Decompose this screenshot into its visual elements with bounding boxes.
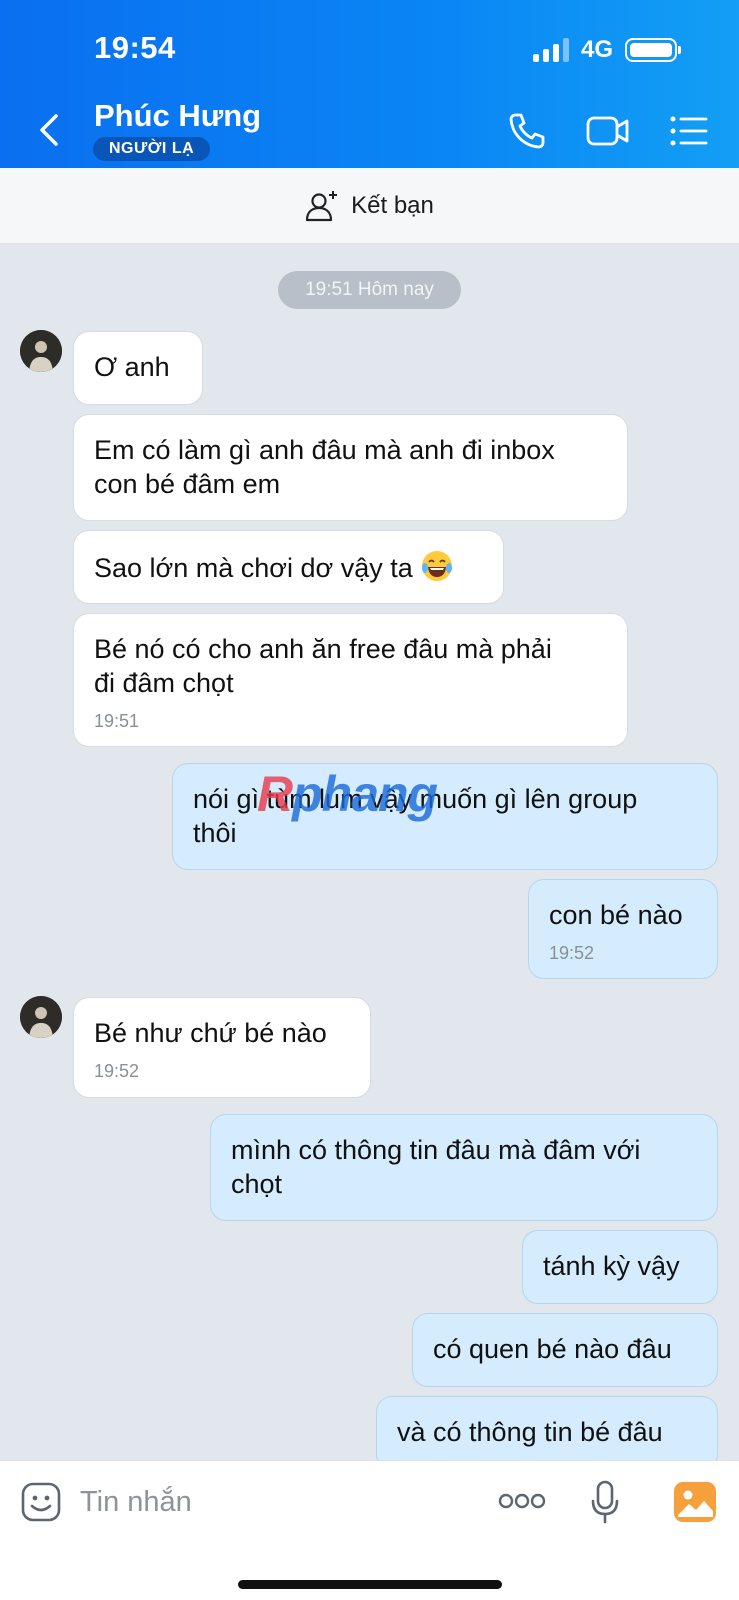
message-text-line: thôi (193, 818, 237, 848)
message-text: Bé như chứ bé nào (94, 1018, 327, 1048)
message-text: và có thông tin bé đâu (397, 1417, 663, 1447)
message-bubble-outgoing[interactable]: nói gì tùm lum vậy muốn gì lên group thô… (172, 763, 718, 870)
message-text-line: đi đâm chọt (94, 668, 234, 698)
message-input-bar: Tin nhắn (0, 1460, 739, 1600)
more-dots-icon[interactable] (498, 1491, 546, 1511)
message-bubble-outgoing[interactable]: có quen bé nào đâu (412, 1313, 718, 1387)
sticker-icon[interactable] (20, 1481, 62, 1523)
message-bubble-outgoing[interactable]: và có thông tin bé đâu (376, 1396, 718, 1460)
laughing-tears-emoji (422, 551, 453, 581)
message-text-line: chọt (231, 1169, 283, 1199)
message-text: Sao lớn mà chơi dơ vậy ta (94, 553, 413, 583)
add-friend-label: Kết bạn (351, 191, 434, 219)
image-gallery-icon[interactable] (673, 1481, 717, 1523)
status-time: 19:54 (94, 30, 176, 65)
message-bubble-outgoing[interactable]: mình có thông tin đâu mà đâm với chọt (210, 1114, 718, 1221)
signal-icon (532, 38, 569, 62)
status-indicators: 4G (532, 36, 681, 64)
home-indicator (238, 1580, 502, 1589)
phone-icon[interactable] (506, 110, 548, 152)
message-text-line: mình có thông tin đâu mà đâm với (231, 1135, 641, 1165)
contact-avatar[interactable] (20, 996, 62, 1038)
message-text: con bé nào (549, 900, 683, 930)
message-text-line: Em có làm gì anh đâu mà anh đi inbox (94, 435, 555, 465)
battery-icon (625, 38, 681, 62)
message-bubble-incoming[interactable]: Em có làm gì anh đâu mà anh đi inbox con… (73, 414, 628, 521)
contact-avatar[interactable] (20, 330, 62, 372)
back-chevron-icon[interactable] (36, 110, 62, 150)
add-friend-icon (306, 190, 338, 221)
stranger-badge: NGƯỜI LẠ (93, 137, 211, 161)
add-friend-button[interactable]: Kết bạn (0, 168, 739, 243)
message-text-line: Bé nó có cho anh ăn free đâu mà phải (94, 634, 552, 664)
message-text: tánh kỳ vậy (543, 1251, 680, 1281)
message-bubble-incoming[interactable]: Ơ anh (73, 331, 203, 405)
message-bubble-incoming[interactable]: Bé như chứ bé nào 19:52 (73, 997, 371, 1098)
network-type: 4G (580, 36, 613, 63)
message-bubble-outgoing[interactable]: tánh kỳ vậy (522, 1230, 718, 1304)
message-list[interactable]: 19:51 Hôm nay Ơ anh Em có làm gì anh đâu… (0, 243, 739, 1460)
message-bubble-outgoing[interactable]: con bé nào 19:52 (528, 879, 718, 979)
message-text-line: nói gì tùm lum vậy muốn gì lên group (193, 784, 638, 814)
date-separator: 19:51 Hôm nay (278, 271, 461, 309)
message-text: Ơ anh (94, 352, 170, 382)
microphone-icon[interactable] (590, 1479, 620, 1525)
message-time: 19:51 (94, 711, 140, 731)
message-text: có quen bé nào đâu (433, 1334, 672, 1364)
message-text-line: con bé đâm em (94, 469, 281, 499)
contact-name[interactable]: Phúc Hưng (94, 98, 261, 134)
message-time: 19:52 (549, 943, 595, 963)
message-bubble-incoming[interactable]: Bé nó có cho anh ăn free đâu mà phải đi … (73, 613, 628, 747)
menu-list-icon[interactable] (668, 110, 710, 152)
chat-header: 19:54 4G Phúc Hưng NGƯỜI LẠ (0, 0, 739, 168)
message-time: 19:52 (94, 1061, 140, 1081)
video-camera-icon[interactable] (585, 110, 631, 152)
message-bubble-incoming[interactable]: Sao lớn mà chơi dơ vậy ta (73, 530, 504, 604)
message-input[interactable]: Tin nhắn (80, 1486, 192, 1519)
